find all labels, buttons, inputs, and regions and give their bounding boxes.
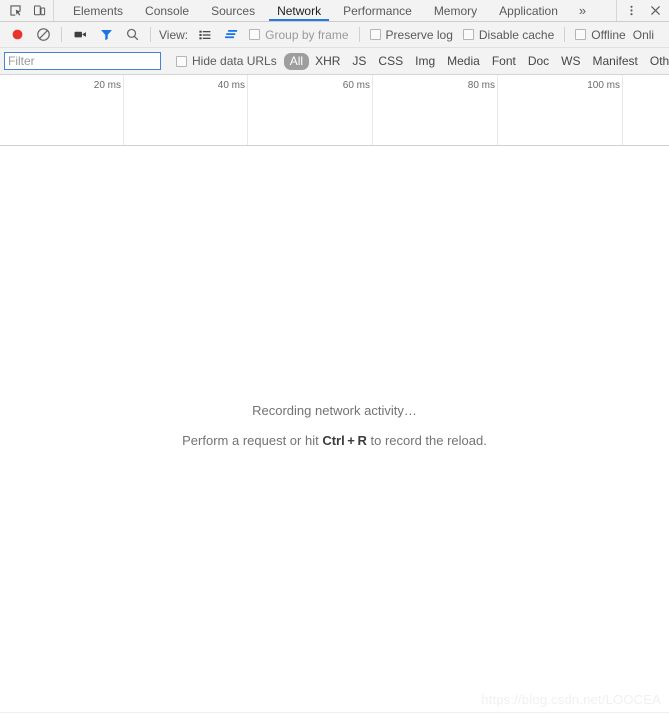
- inspect-element-icon[interactable]: [3, 0, 27, 21]
- more-options-icon[interactable]: [619, 0, 643, 21]
- filter-input[interactable]: [4, 52, 161, 70]
- tab-network[interactable]: Network: [266, 0, 332, 21]
- empty-state-prefix: Perform a request or hit: [182, 433, 323, 448]
- preserve-log-checkbox-box: [369, 29, 381, 40]
- list-view-icon[interactable]: [192, 23, 218, 47]
- disable-cache-checkbox[interactable]: Disable cache: [458, 28, 559, 42]
- filter-type-other[interactable]: Other: [644, 53, 669, 70]
- timeline-divider: [497, 75, 498, 145]
- network-toolbar: View: Group by frame Preserve log Disabl…: [0, 22, 669, 48]
- shortcut-key-ctrl: Ctrl: [322, 433, 345, 448]
- filter-type-font[interactable]: Font: [486, 53, 522, 70]
- timeline-tick-label: 60 ms: [342, 80, 370, 91]
- filter-funnel-icon[interactable]: [93, 23, 119, 47]
- timeline-tick-label: 40 ms: [217, 80, 245, 91]
- tab-bar-right-icon-group: [616, 0, 669, 21]
- view-label: View:: [159, 27, 189, 42]
- timeline-divider: [123, 75, 124, 145]
- disable-cache-label: Disable cache: [478, 27, 555, 42]
- timeline-divider: [622, 75, 623, 145]
- hide-data-urls-checkbox[interactable]: Hide data URLs: [171, 54, 282, 68]
- network-timeline-overview[interactable]: 20 ms 40 ms 60 ms 80 ms 100 ms: [0, 75, 669, 146]
- group-by-frame-checkbox-box: [249, 29, 261, 40]
- close-icon[interactable]: [643, 0, 667, 21]
- filter-type-doc[interactable]: Doc: [522, 53, 555, 70]
- timeline-tick-label: 100 ms: [587, 80, 620, 91]
- empty-state-suffix: to record the reload.: [366, 433, 487, 448]
- hide-data-urls-checkbox-box: [176, 55, 187, 67]
- devtools-tab-bar: Elements Console Sources Network Perform…: [0, 0, 669, 22]
- resource-type-filters: All XHR JS CSS Img Media Font Doc WS Man…: [283, 52, 669, 70]
- tab-elements-label: Elements: [73, 3, 124, 18]
- filter-type-media[interactable]: Media: [441, 53, 486, 70]
- filter-type-all[interactable]: All: [283, 52, 310, 70]
- hide-data-urls-label: Hide data URLs: [192, 54, 277, 68]
- offline-checkbox[interactable]: Offline: [570, 28, 630, 42]
- tab-bar-left-icon-group: [0, 0, 54, 21]
- network-requests-panel: Recording network activity… Perform a re…: [0, 148, 669, 721]
- timeline-tick-label: 80 ms: [467, 80, 495, 91]
- empty-state-secondary-text: Perform a request or hit Ctrl + R to rec…: [0, 433, 669, 448]
- toolbar-separator: [150, 27, 151, 42]
- network-filter-bar: Hide data URLs All XHR JS CSS Img Media …: [0, 48, 669, 75]
- tab-elements[interactable]: Elements: [62, 0, 134, 21]
- tab-sources-label: Sources: [211, 3, 256, 18]
- filter-type-css[interactable]: CSS: [372, 53, 409, 70]
- toolbar-separator: [358, 27, 360, 42]
- preserve-log-label: Preserve log: [385, 27, 453, 42]
- throttling-select[interactable]: Onli: [633, 28, 654, 42]
- shortcut-key-r: R: [357, 433, 367, 448]
- timeline-divider: [247, 75, 248, 145]
- filter-type-manifest[interactable]: Manifest: [587, 53, 644, 70]
- disable-cache-checkbox-box: [462, 29, 474, 40]
- waterfall-view-icon[interactable]: [218, 23, 244, 47]
- tab-memory[interactable]: Memory: [423, 0, 488, 21]
- tab-performance[interactable]: Performance: [332, 0, 423, 21]
- search-icon[interactable]: [119, 23, 145, 47]
- empty-state-primary-text: Recording network activity…: [252, 403, 417, 418]
- record-button[interactable]: [4, 23, 30, 47]
- tab-console-label: Console: [145, 3, 190, 18]
- tab-sources[interactable]: Sources: [200, 0, 266, 21]
- filter-type-xhr[interactable]: XHR: [309, 53, 346, 70]
- shortcut-plus: +: [344, 433, 358, 448]
- watermark-text: https://blog.csdn.net/LOOCEA: [481, 692, 661, 707]
- timeline-divider: [372, 75, 373, 145]
- bottom-divider: [0, 712, 669, 713]
- filter-type-ws[interactable]: WS: [555, 53, 586, 70]
- toolbar-separator: [564, 27, 566, 42]
- filter-type-js[interactable]: JS: [346, 53, 372, 70]
- filter-type-img[interactable]: Img: [409, 53, 441, 70]
- more-tabs-chevron-icon[interactable]: »: [569, 0, 596, 21]
- group-by-frame-label: Group by frame: [265, 27, 349, 42]
- offline-label: Offline: [591, 27, 626, 42]
- tab-application-label: Application: [499, 3, 558, 18]
- group-by-frame-checkbox[interactable]: Group by frame: [244, 28, 353, 42]
- tab-network-label: Network: [277, 3, 322, 18]
- tab-memory-label: Memory: [433, 3, 478, 18]
- toolbar-separator: [61, 27, 62, 42]
- tab-console[interactable]: Console: [134, 0, 200, 21]
- offline-checkbox-box: [575, 29, 587, 40]
- tab-performance-label: Performance: [343, 3, 412, 18]
- clear-icon[interactable]: [30, 23, 56, 47]
- panel-tabs: Elements Console Sources Network Perform…: [54, 0, 616, 21]
- capture-screenshots-icon[interactable]: [67, 23, 93, 47]
- timeline-tick-label: 20 ms: [93, 80, 121, 91]
- tab-application[interactable]: Application: [488, 0, 569, 21]
- device-toolbar-icon[interactable]: [27, 0, 51, 21]
- preserve-log-checkbox[interactable]: Preserve log: [365, 28, 458, 42]
- empty-state-message: Recording network activity… Perform a re…: [0, 403, 669, 448]
